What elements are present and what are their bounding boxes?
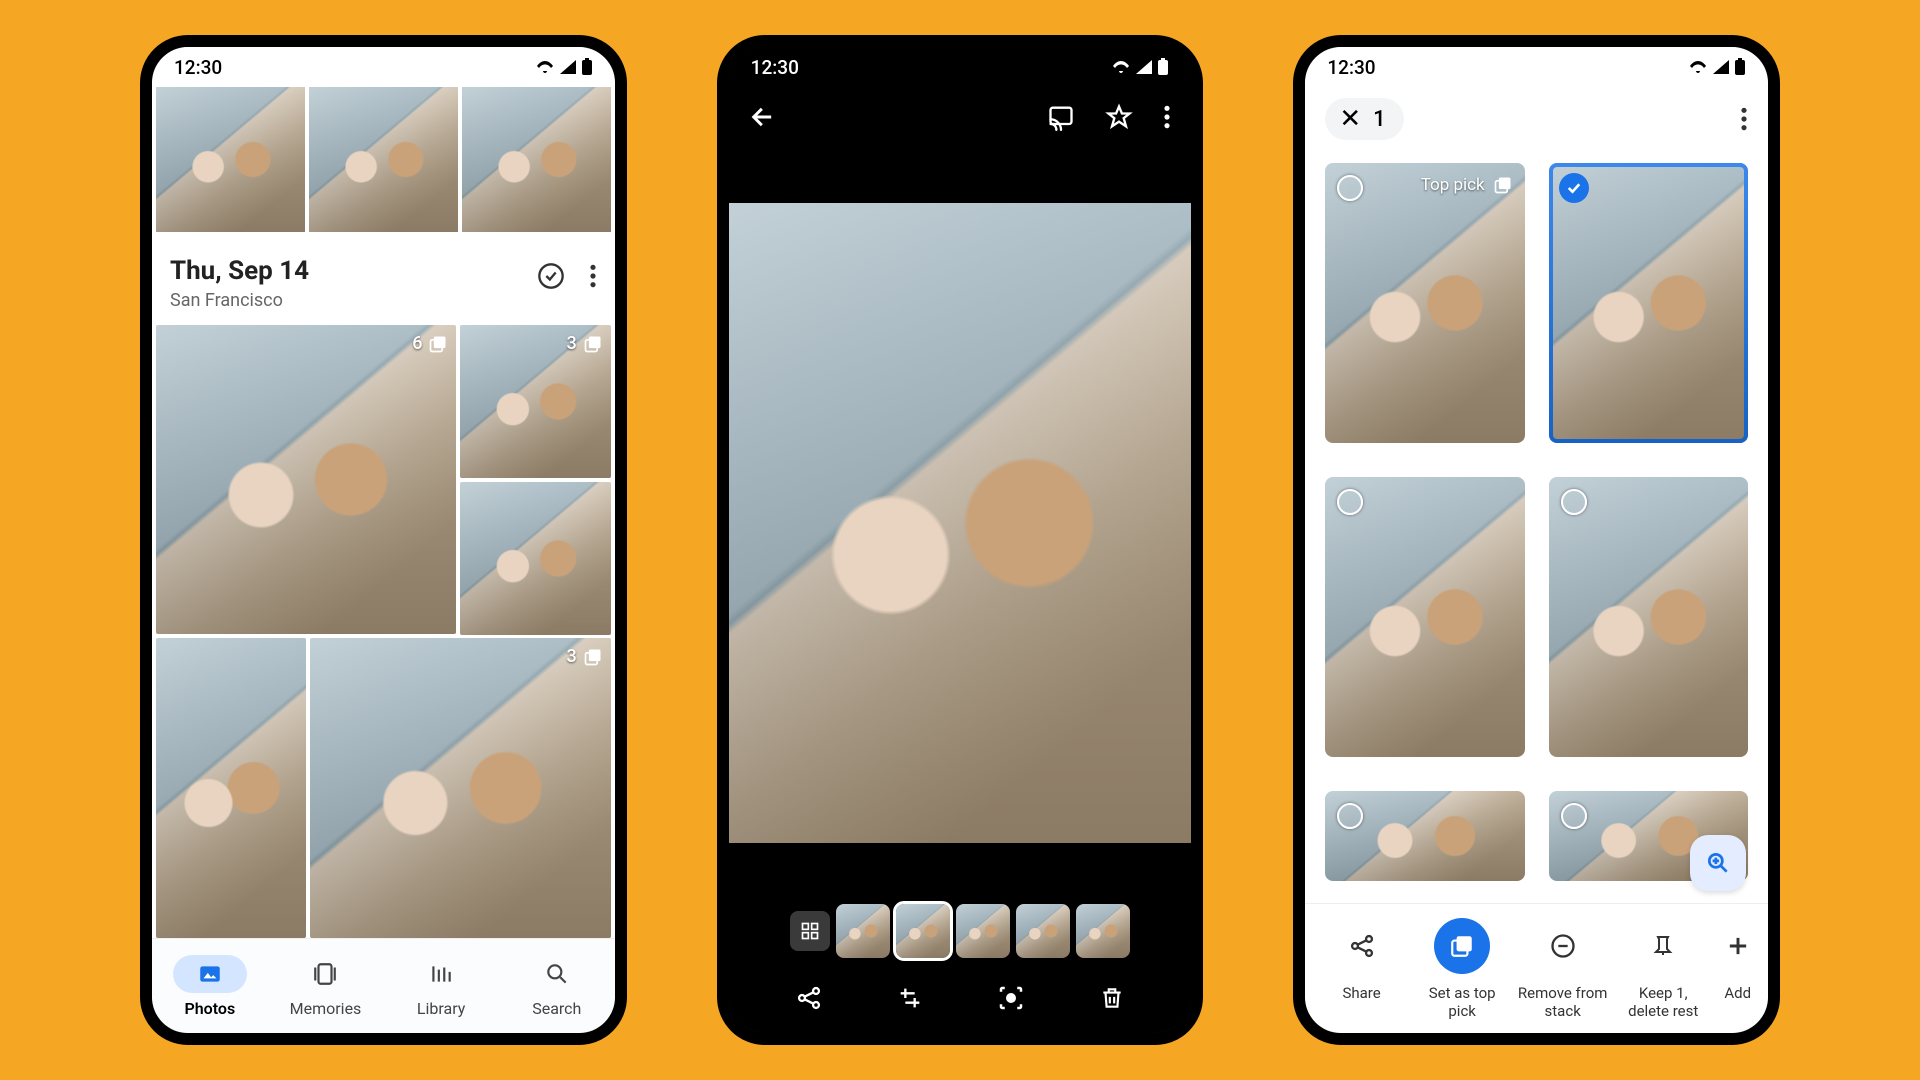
status-icons [1111, 58, 1169, 76]
action-share[interactable]: Share [1316, 918, 1408, 1002]
more-icon[interactable] [1740, 106, 1748, 132]
action-keep-delete[interactable]: Keep 1, delete rest [1617, 918, 1709, 1020]
filmstrip-thumb[interactable] [836, 904, 890, 958]
stack-item[interactable] [1325, 791, 1524, 891]
status-bar: 12:30 [729, 47, 1192, 87]
delete-icon[interactable] [1099, 984, 1125, 1012]
filmstrip-thumb[interactable] [956, 904, 1010, 958]
status-time: 12:30 [174, 56, 222, 79]
nav-photos[interactable]: Photos [173, 955, 247, 1018]
photo-thumb[interactable] [156, 638, 306, 938]
select-all-icon[interactable] [537, 262, 565, 290]
top-pick-badge: Top pick [1421, 175, 1513, 195]
day-location: San Francisco [170, 290, 309, 311]
photo-stack[interactable]: 3 [460, 325, 610, 478]
close-icon[interactable]: ✕ [1339, 106, 1361, 132]
grid-view-icon[interactable] [790, 911, 830, 951]
zoom-button[interactable] [1690, 835, 1746, 891]
phone-library: 12:30 Thu, Sep 14 San Francisco [140, 35, 627, 1045]
stack-actions: Share Set as top pick Remove from stack … [1305, 903, 1768, 1033]
photo-thumb[interactable] [309, 87, 458, 232]
more-icon[interactable] [589, 263, 597, 289]
filmstrip [729, 899, 1192, 963]
photo-thumb[interactable] [462, 87, 611, 232]
more-icon[interactable] [1163, 104, 1171, 130]
cast-icon[interactable] [1047, 103, 1075, 131]
nav-search[interactable]: Search [520, 955, 594, 1018]
filmstrip-thumb[interactable] [896, 904, 950, 958]
stack-item[interactable] [1325, 477, 1524, 767]
status-bar: 12:30 [1305, 47, 1768, 87]
lens-icon[interactable] [996, 983, 1026, 1013]
status-time: 12:30 [1327, 56, 1375, 79]
filmstrip-thumb[interactable] [1076, 904, 1130, 958]
back-icon[interactable] [749, 103, 777, 131]
stack-item[interactable] [1549, 163, 1748, 453]
photo-stack[interactable]: 3 [310, 638, 610, 938]
favorite-icon[interactable] [1105, 103, 1133, 131]
phone-viewer: 12:30 [717, 35, 1204, 1045]
recent-row [152, 87, 615, 232]
main-photo[interactable] [729, 147, 1192, 899]
stack-item[interactable]: Top pick [1325, 163, 1524, 453]
stack-grid: Top pick [1305, 151, 1768, 903]
day-header: Thu, Sep 14 San Francisco [152, 232, 615, 325]
check-icon [1559, 173, 1589, 203]
status-icons [535, 58, 593, 76]
action-remove-stack[interactable]: Remove from stack [1517, 918, 1609, 1020]
day-date: Thu, Sep 14 [170, 256, 309, 286]
photo-stack[interactable]: 6 [156, 325, 456, 634]
edit-icon[interactable] [896, 984, 924, 1012]
selection-bar: ✕ 1 [1305, 87, 1768, 151]
selection-chip[interactable]: ✕ 1 [1325, 98, 1403, 140]
stack-item[interactable] [1549, 477, 1748, 767]
status-icons [1688, 58, 1746, 76]
action-set-top-pick[interactable]: Set as top pick [1416, 918, 1508, 1020]
nav-memories[interactable]: Memories [288, 955, 362, 1018]
selection-count: 1 [1373, 107, 1386, 132]
viewer-actions [729, 963, 1192, 1033]
action-add[interactable]: Add [1718, 918, 1758, 1002]
share-icon[interactable] [795, 984, 823, 1012]
status-bar: 12:30 [152, 47, 615, 87]
viewer-toolbar [729, 87, 1192, 147]
phone-stack: 12:30 ✕ 1 Top pick [1293, 35, 1780, 1045]
nav-library[interactable]: Library [404, 955, 478, 1018]
filmstrip-thumb[interactable] [1016, 904, 1070, 958]
photo-thumb[interactable] [156, 87, 305, 232]
photo-thumb[interactable] [460, 482, 610, 635]
status-time: 12:30 [751, 56, 799, 79]
bottom-nav: Photos Memories Library Search [152, 938, 615, 1033]
